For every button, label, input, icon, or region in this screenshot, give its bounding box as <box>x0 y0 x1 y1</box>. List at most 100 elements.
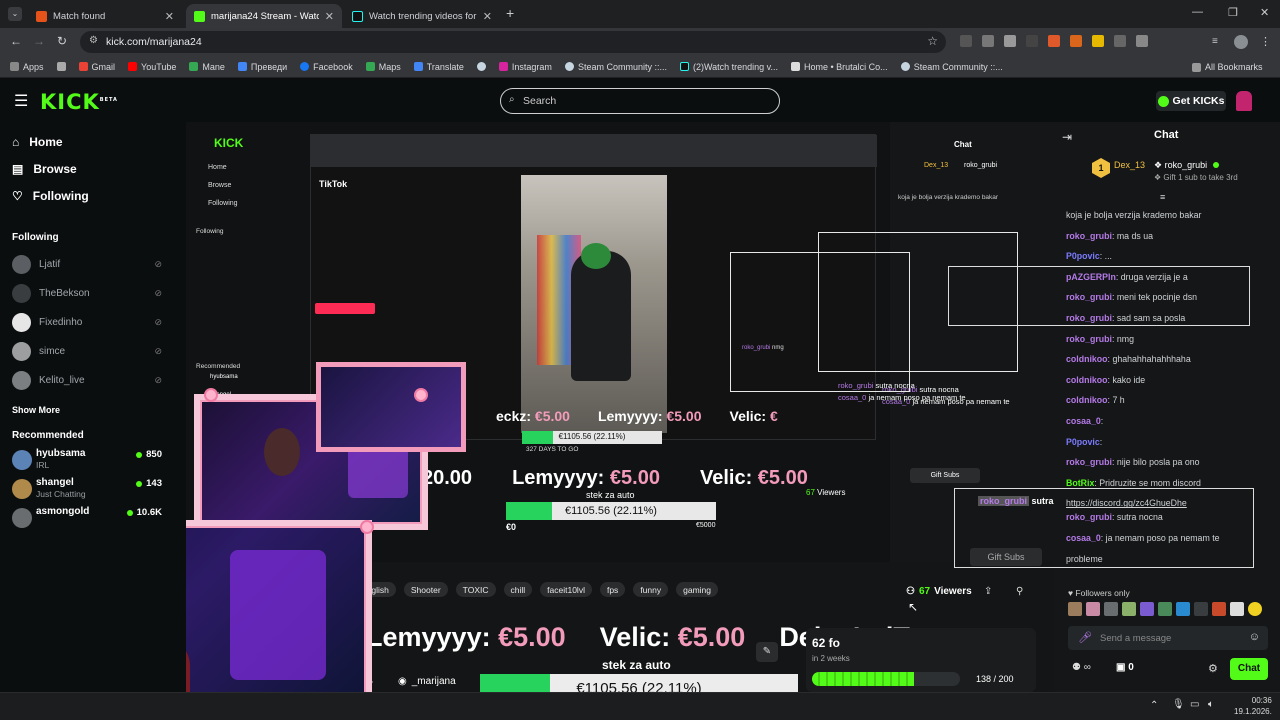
emote-icon[interactable] <box>1194 602 1208 616</box>
tag-chip[interactable]: Shooter <box>403 582 448 597</box>
tag-chip[interactable]: fps <box>599 582 626 597</box>
bookmark-steam[interactable] <box>476 62 486 71</box>
share-icon[interactable]: ⇪ <box>984 586 992 597</box>
emote-icon[interactable] <box>1068 602 1082 616</box>
chat-username[interactable]: roko_grubi <box>1066 231 1112 241</box>
bookmark-gmail[interactable]: Gmail <box>78 62 115 72</box>
expand-pinned-icon[interactable]: ≡ <box>1160 192 1165 202</box>
bookmark-facebook[interactable]: Facebook <box>300 62 353 72</box>
new-tab-icon[interactable]: + <box>506 5 514 21</box>
tray-chevron-icon[interactable]: ⌃ <box>1150 700 1158 711</box>
all-bookmarks[interactable]: All Bookmarks <box>1192 62 1263 72</box>
bookmark-brutalci[interactable]: Home • Brutalci Co... <box>791 62 888 72</box>
bookmark-apps[interactable]: Apps <box>10 62 44 72</box>
bookmark-steam-community-2[interactable]: Steam Community ::... <box>900 62 1003 72</box>
bookmark-mane[interactable]: Mane <box>189 62 225 72</box>
send-chat-button[interactable]: Chat <box>1230 658 1268 680</box>
tab-close-icon[interactable]: ✕ <box>325 10 334 23</box>
kick-logo[interactable]: KICKBETA <box>40 90 118 114</box>
tag-chip[interactable]: funny <box>633 582 669 597</box>
bookmark-steam-community[interactable]: Steam Community ::... <box>564 62 667 72</box>
browser-menu-icon[interactable]: ⋮ <box>1260 35 1271 48</box>
tag-chip[interactable]: gaming <box>676 582 718 597</box>
bookmark-google-translate[interactable]: Translate <box>413 62 464 72</box>
bookmark-translate[interactable]: Преведи <box>237 62 287 72</box>
chat-settings-icon[interactable]: ⚙ <box>1208 662 1218 675</box>
recommended-item[interactable]: asmongold 10.6K <box>12 506 162 530</box>
get-kicks-button[interactable]: Get KICKs <box>1156 91 1226 111</box>
close-window-icon[interactable]: ✕ <box>1260 6 1269 19</box>
emote-icon[interactable] <box>1212 602 1226 616</box>
extension-icon[interactable] <box>982 35 994 47</box>
emote-icon[interactable] <box>1086 602 1100 616</box>
following-item[interactable]: Kelito_live ⊘ <box>12 371 162 390</box>
following-item[interactable]: Ljatif ⊘ <box>12 255 162 274</box>
following-item[interactable]: TheBekson ⊘ <box>12 284 162 303</box>
points-icon[interactable]: ⚉ ∞ <box>1072 662 1091 673</box>
extension-icon[interactable] <box>1114 35 1126 47</box>
reload-icon[interactable]: ↻ <box>57 34 67 48</box>
tab-marijana24[interactable]: marijana24 Stream - Watch Live ✕ <box>186 4 342 28</box>
chat-username[interactable]: cosaa_0 <box>1066 416 1101 426</box>
tag-chip[interactable]: TOXIC <box>455 582 496 597</box>
site-info-icon[interactable]: ⚙ <box>89 35 98 46</box>
chat-username[interactable]: roko_grubi <box>1066 457 1112 467</box>
following-item[interactable]: Fixedinho ⊘ <box>12 313 162 332</box>
chat-username[interactable]: P0povic <box>1066 437 1100 447</box>
stream-player[interactable]: KICK Home Browse Following Following Rec… <box>186 122 1054 692</box>
reading-list-icon[interactable]: ≡ <box>1212 36 1218 47</box>
recommended-item[interactable]: shangel Just Chatting 143 <box>12 477 162 501</box>
bookmark-maps[interactable]: Maps <box>365 62 401 72</box>
emote-icon[interactable] <box>1158 602 1172 616</box>
network-icon[interactable]: ▭ <box>1190 699 1199 710</box>
discord-link[interactable]: ◉ _marijana <box>398 676 456 687</box>
emote-icon[interactable] <box>1122 602 1136 616</box>
show-more-link[interactable]: Show More <box>12 405 60 415</box>
emoji-picker-icon[interactable]: ☺ <box>1249 631 1260 643</box>
tag-chip[interactable]: chill <box>503 582 533 597</box>
chat-message-input[interactable]: 🎤︎ Send a message ☺ <box>1068 626 1268 650</box>
clock[interactable]: 00:36 19.1.2026. <box>1234 695 1272 717</box>
microphone-tray-icon[interactable]: 🎙︎ <box>1172 699 1185 710</box>
edit-icon[interactable]: ✎ <box>756 642 778 662</box>
following-item[interactable]: simce ⊘ <box>12 342 162 361</box>
extension-icon[interactable] <box>1026 35 1038 47</box>
maximize-icon[interactable]: ❐ <box>1228 6 1238 19</box>
chat-username[interactable]: coldnikoo <box>1066 375 1108 385</box>
extensions-puzzle-icon[interactable] <box>1136 35 1148 47</box>
microphone-icon[interactable]: 🎤︎ <box>1078 631 1092 644</box>
emote-icon[interactable] <box>1248 602 1262 616</box>
sidebar-item-home[interactable]: ⌂ Home <box>12 135 63 149</box>
chat-username[interactable]: coldnikoo <box>1066 354 1108 364</box>
bookmark-tiktok[interactable]: (2)Watch trending v... <box>679 62 778 72</box>
chat-username[interactable]: coldnikoo <box>1066 395 1108 405</box>
emote-icon[interactable] <box>1230 602 1244 616</box>
tab-close-icon[interactable]: ✕ <box>165 10 174 23</box>
bookmark-instagram[interactable]: Instagram <box>498 62 552 72</box>
sidebar-item-browse[interactable]: ▤ Browse <box>12 162 77 176</box>
tab-match-found[interactable]: Match found ✕ <box>28 4 182 28</box>
extension-icon[interactable] <box>960 35 972 47</box>
back-icon[interactable]: ← <box>10 34 22 48</box>
volume-icon[interactable]: 🔈︎ <box>1208 699 1214 710</box>
collapse-chat-icon[interactable]: ⇥ <box>1062 130 1072 144</box>
tag-chip[interactable]: faceit10lvl <box>540 582 592 597</box>
search-input[interactable]: ⌕ Search <box>500 88 780 114</box>
chat-username[interactable]: BotRix <box>1066 478 1094 488</box>
bookmark-star-icon[interactable]: ☆ <box>927 34 938 48</box>
extension-icon[interactable] <box>1092 35 1104 47</box>
user-avatar[interactable] <box>1236 91 1252 111</box>
sidebar-item-following[interactable]: ♡ Following <box>12 189 89 203</box>
tab-search-button[interactable]: ⌄ <box>8 7 22 21</box>
chat-username[interactable]: roko_grubi <box>1066 334 1112 344</box>
minimize-icon[interactable]: — <box>1192 6 1203 18</box>
extension-icon[interactable] <box>1048 35 1060 47</box>
emote-icon[interactable] <box>1104 602 1118 616</box>
tab-close-icon[interactable]: ✕ <box>483 10 492 23</box>
extension-icon[interactable] <box>1070 35 1082 47</box>
hamburger-menu-icon[interactable]: ☰ <box>14 91 28 111</box>
follow-user-icon[interactable]: ⚲ <box>1016 586 1023 597</box>
chat-username[interactable]: P0povic <box>1066 251 1100 261</box>
emote-icon[interactable] <box>1140 602 1154 616</box>
profile-avatar[interactable] <box>1234 35 1248 49</box>
